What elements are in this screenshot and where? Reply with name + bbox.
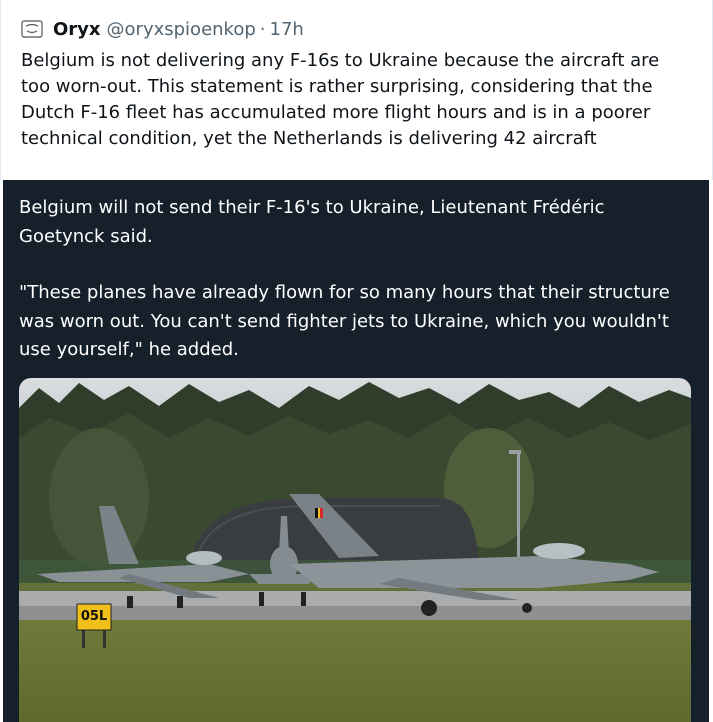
runway-sign-label: 05L: [80, 609, 108, 624]
photo-illustration: [19, 378, 691, 722]
embedded-paragraph-1: Belgium will not send their F-16's to Uk…: [19, 197, 605, 247]
separator: ·: [259, 18, 266, 40]
author-handle[interactable]: @oryxspioenkop: [107, 19, 256, 40]
avatar[interactable]: [21, 19, 43, 39]
tweet-media[interactable]: Belgium will not send their F-16's to Uk…: [3, 180, 709, 722]
timestamp[interactable]: 17h: [270, 19, 304, 40]
embedded-text: Belgium will not send their F-16's to Uk…: [19, 194, 689, 365]
f16-runway-photo[interactable]: 05L: [19, 378, 691, 722]
tweet-text: Belgium is not delivering any F-16s to U…: [21, 50, 660, 149]
embedded-paragraph-2: "These planes have already flown for so …: [19, 282, 670, 360]
author-name[interactable]: Oryx: [53, 19, 101, 40]
oryx-logo-icon: [21, 20, 43, 38]
tweet-header: Oryx @oryxspioenkop · 17h: [21, 16, 304, 42]
tweet-card[interactable]: Oryx @oryxspioenkop · 17h Belgium is not…: [0, 0, 713, 180]
